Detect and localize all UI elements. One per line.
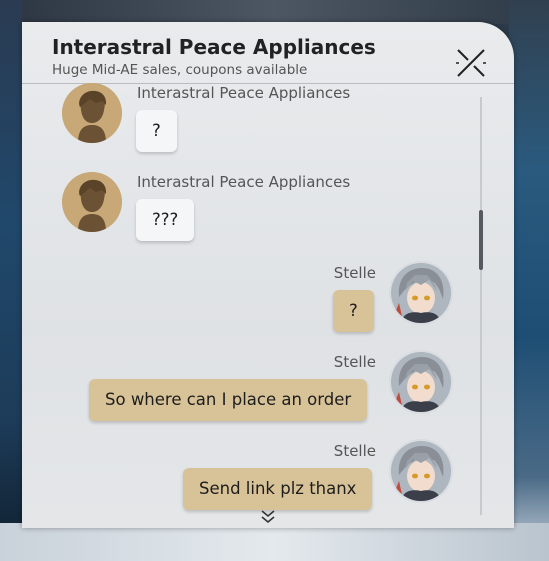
message-bubble: ???: [136, 199, 195, 241]
shop-avatar: [62, 83, 122, 143]
game-background-right: [509, 0, 549, 561]
character-portrait-icon: [391, 263, 451, 323]
character-portrait-icon: [391, 352, 451, 412]
chat-panel: Interastral Peace Appliances Huge Mid-AE…: [22, 22, 514, 528]
chevron-double-down-icon: [261, 510, 275, 524]
message-bubble: ?: [333, 290, 374, 332]
stelle-avatar: [391, 441, 451, 501]
chat-title: Interastral Peace Appliances: [52, 35, 376, 59]
message-sender: Stelle: [333, 442, 376, 460]
scrollbar-track[interactable]: [480, 97, 482, 515]
message-sender: Interastral Peace Appliances: [137, 84, 351, 102]
message-bubble: So where can I place an order: [89, 379, 368, 421]
scroll-more-button[interactable]: [258, 507, 278, 527]
game-background-top: [0, 0, 549, 24]
message-bubble: Send link plz thanx: [183, 468, 373, 510]
character-portrait-icon: [391, 441, 451, 501]
chat-header: Interastral Peace Appliances Huge Mid-AE…: [22, 22, 514, 82]
message-sender: Stelle: [333, 264, 376, 282]
game-background-bottom: [0, 523, 549, 561]
scrollbar-thumb[interactable]: [479, 210, 483, 270]
close-icon: [456, 49, 486, 77]
silhouette-icon: [62, 83, 122, 143]
chat-subtitle: Huge Mid-AE sales, coupons available: [52, 62, 308, 78]
message-bubble: ?: [136, 110, 177, 152]
stelle-avatar: [391, 263, 451, 323]
shop-avatar: [62, 172, 122, 232]
game-background-left: [0, 0, 22, 561]
close-button[interactable]: [450, 42, 492, 84]
message-sender: Interastral Peace Appliances: [137, 173, 351, 191]
stelle-avatar: [391, 352, 451, 412]
silhouette-icon: [62, 172, 122, 232]
message-sender: Stelle: [333, 353, 376, 371]
